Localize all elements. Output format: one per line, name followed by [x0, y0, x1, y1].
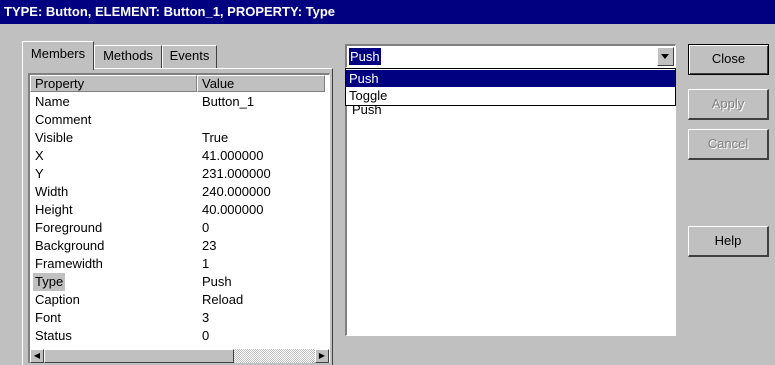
- table-row[interactable]: Comment: [30, 111, 329, 129]
- combo-dropdown-list[interactable]: Push Toggle: [345, 68, 676, 106]
- value-list-area[interactable]: Push: [345, 68, 676, 336]
- property-name: Background: [35, 238, 105, 253]
- table-row[interactable]: Height 40.000000: [30, 201, 329, 219]
- tab-methods[interactable]: Methods: [94, 45, 162, 68]
- option-toggle[interactable]: Toggle: [346, 87, 675, 104]
- cancel-button[interactable]: Cancel: [688, 129, 769, 160]
- chevron-down-icon[interactable]: [657, 47, 674, 66]
- property-name: Font: [35, 310, 62, 325]
- property-value: 0: [202, 328, 210, 343]
- table-row[interactable]: Visible True: [30, 129, 329, 147]
- combo-selected-value: Push: [349, 48, 381, 65]
- property-name: Comment: [35, 112, 92, 127]
- table-row[interactable]: Status 0: [30, 327, 329, 345]
- property-name: Type: [33, 273, 66, 291]
- tab-members[interactable]: Members: [22, 41, 94, 70]
- type-value-combo[interactable]: Push: [345, 44, 676, 68]
- option-push[interactable]: Push: [346, 70, 675, 87]
- table-row[interactable]: Name Button_1: [30, 93, 329, 111]
- property-value: 231.000000: [202, 166, 271, 181]
- property-name: Name: [35, 94, 70, 109]
- horizontal-scrollbar[interactable]: ◀ ▶: [30, 349, 329, 363]
- property-value: 0: [202, 220, 210, 235]
- property-value: 23: [202, 238, 217, 253]
- table-row[interactable]: Font 3: [30, 309, 329, 327]
- property-name: Status: [35, 328, 72, 343]
- property-name: Framewidth: [35, 256, 103, 271]
- close-button[interactable]: Close: [688, 44, 769, 75]
- apply-button[interactable]: Apply: [688, 89, 769, 120]
- table-row[interactable]: Background 23: [30, 237, 329, 255]
- property-name: X: [35, 148, 44, 163]
- table-row[interactable]: X 41.000000: [30, 147, 329, 165]
- property-value: Button_1: [202, 94, 255, 109]
- property-name: Width: [35, 184, 69, 199]
- column-header-value[interactable]: Value: [197, 75, 325, 92]
- scroll-right-icon[interactable]: ▶: [315, 349, 329, 363]
- property-name: Y: [35, 166, 44, 181]
- property-value: True: [202, 130, 229, 145]
- help-button[interactable]: Help: [688, 226, 769, 257]
- property-value: 41.000000: [202, 148, 264, 163]
- property-value: 40.000000: [202, 202, 264, 217]
- scroll-left-icon[interactable]: ◀: [30, 349, 44, 363]
- table-row[interactable]: Type Push: [30, 273, 329, 291]
- column-header-property[interactable]: Property: [30, 75, 197, 92]
- grid-header: Property Value: [30, 75, 329, 92]
- property-name: Height: [35, 202, 73, 217]
- property-grid[interactable]: Property Value Name Button_1 Comment Visibl…: [28, 73, 330, 363]
- property-name: Visible: [35, 130, 74, 145]
- property-value: Push: [202, 274, 232, 289]
- table-row[interactable]: Framewidth 1: [30, 255, 329, 273]
- property-name: Foreground: [35, 220, 103, 235]
- tab-events[interactable]: Events: [162, 45, 217, 68]
- property-value: 3: [202, 310, 210, 325]
- table-row[interactable]: Y 231.000000: [30, 165, 329, 183]
- property-value: Reload: [202, 292, 244, 307]
- property-value: 240.000000: [202, 184, 271, 199]
- table-row[interactable]: Foreground 0: [30, 219, 329, 237]
- scroll-thumb[interactable]: [44, 349, 234, 363]
- property-value: 1: [202, 256, 210, 271]
- table-row[interactable]: Caption Reload: [30, 291, 329, 309]
- window-title: TYPE: Button, ELEMENT: Button_1, PROPERT…: [0, 0, 775, 24]
- table-row[interactable]: Width 240.000000: [30, 183, 329, 201]
- property-name: Caption: [35, 292, 80, 307]
